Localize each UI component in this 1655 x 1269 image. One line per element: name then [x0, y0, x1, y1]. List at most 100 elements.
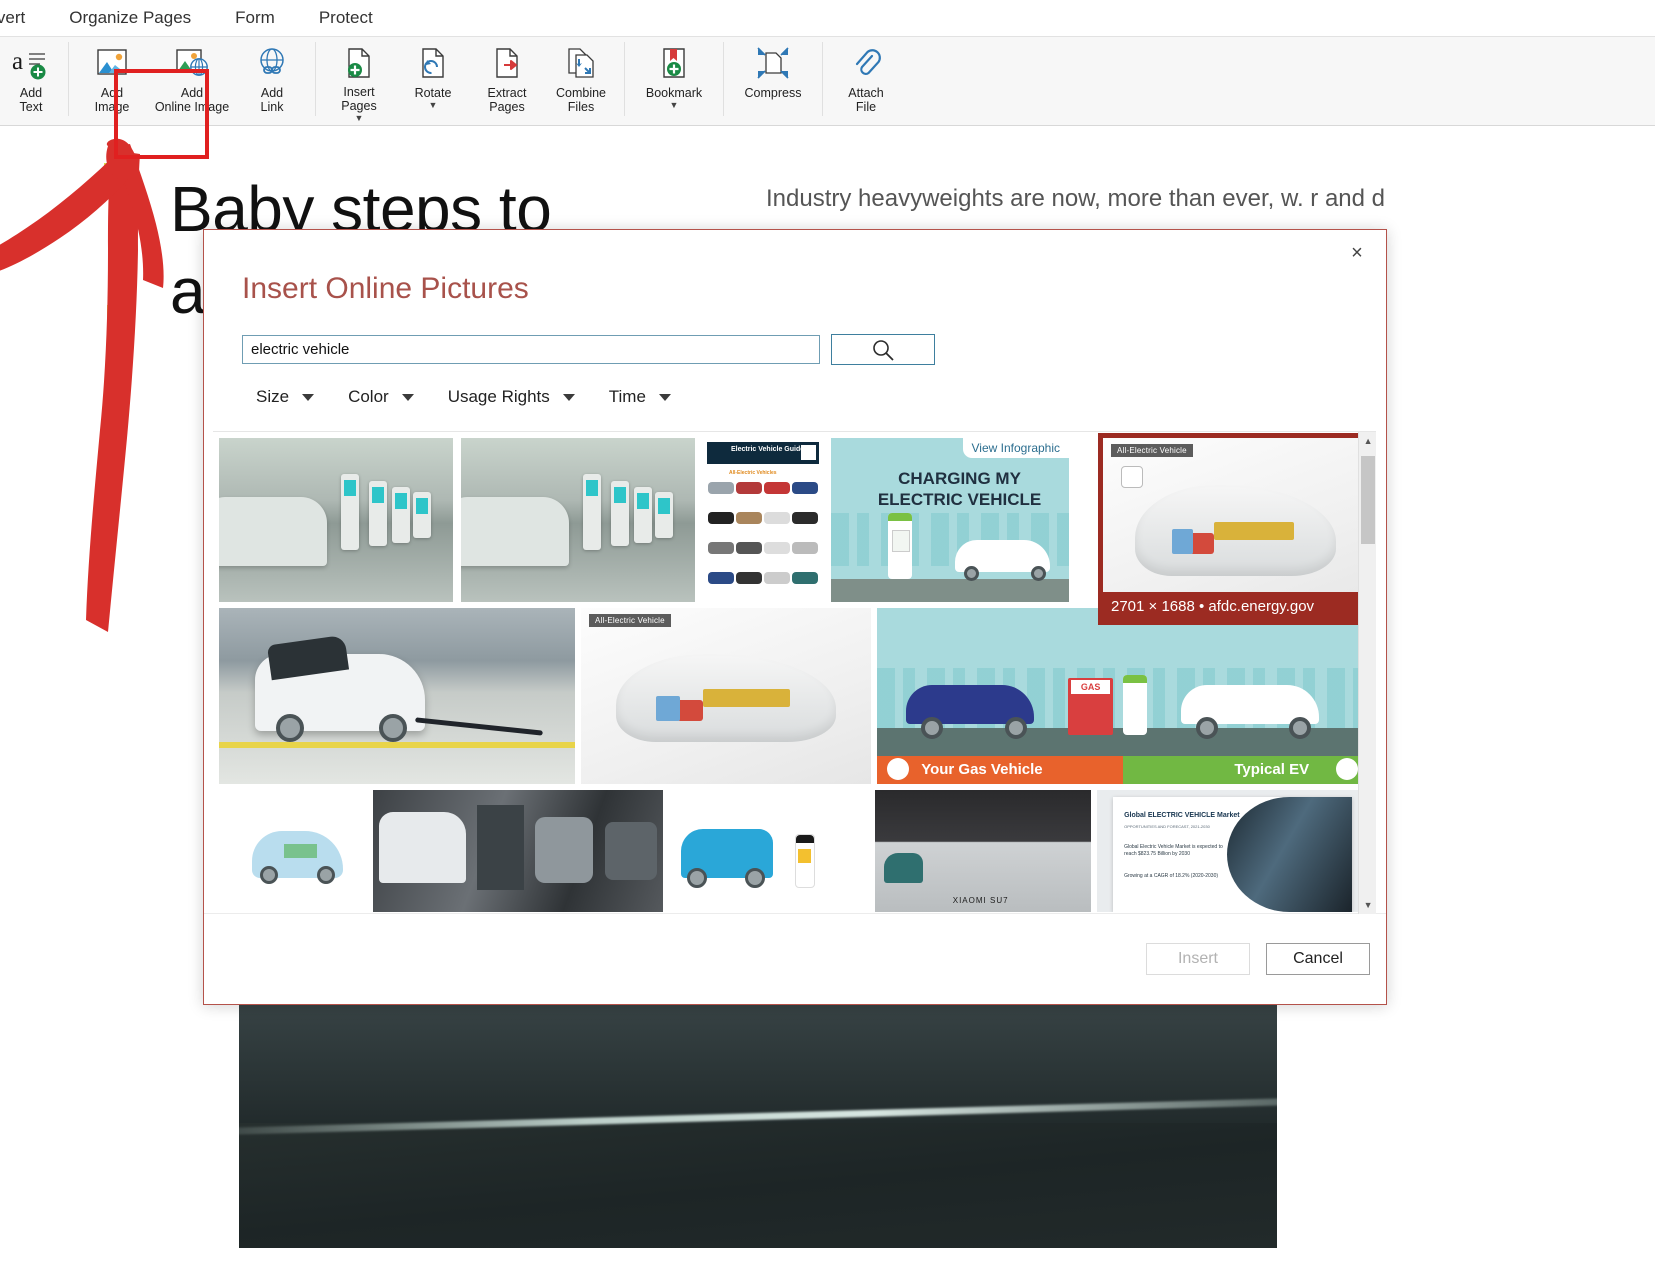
- showroom-car-label: XIAOMI SU7: [953, 896, 1009, 905]
- add-online-image-icon: [172, 43, 212, 83]
- results-scrollbar[interactable]: ▲ ▼: [1358, 432, 1376, 914]
- ribbon-label-add-online-image: Add Online Image: [155, 86, 229, 114]
- scroll-down-icon[interactable]: ▼: [1359, 896, 1377, 914]
- results-grid: Electric Vehicle Guide All-Electric Vehi…: [213, 432, 1358, 914]
- close-icon[interactable]: ×: [1338, 236, 1376, 270]
- ribbon-label-extract-pages: Extract Pages: [488, 86, 527, 114]
- ribbon-separator-1: [68, 42, 69, 116]
- report-line-2: Growing at a CAGR of 18.2% (2020-2030): [1124, 873, 1232, 880]
- ev-guide-subtitle: All-Electric Vehicles: [729, 470, 777, 476]
- ribbon-button-combine-files[interactable]: Combine Files: [544, 37, 618, 123]
- result-thumbnail[interactable]: [373, 790, 663, 912]
- ribbon-label-compress: Compress: [745, 86, 802, 100]
- ribbon-separator-3: [624, 42, 625, 116]
- filter-usage-rights-label: Usage Rights: [448, 387, 550, 407]
- chevron-down-icon-time[interactable]: [659, 394, 671, 401]
- add-text-icon: a: [11, 43, 51, 83]
- result-thumbnail[interactable]: [461, 438, 695, 602]
- result-thumbnail[interactable]: [219, 790, 367, 912]
- ribbon-label-rotate: Rotate: [415, 86, 452, 100]
- ribbon-button-bookmark[interactable]: Bookmark ▼: [631, 37, 717, 123]
- search-row: [242, 334, 1386, 365]
- chevron-down-icon-rotate[interactable]: ▼: [429, 101, 438, 110]
- infographic-title: CHARGING MY ELECTRIC VEHICLE: [869, 468, 1050, 510]
- filter-time-label: Time: [609, 387, 646, 407]
- scrollbar-thumb[interactable]: [1361, 456, 1375, 544]
- filter-color-label: Color: [348, 387, 389, 407]
- chevron-down-icon-usage-rights[interactable]: [563, 394, 575, 401]
- chevron-down-icon-insert-pages[interactable]: ▼: [355, 114, 364, 123]
- result-thumbnail[interactable]: [219, 608, 575, 784]
- ribbon-tab-protect[interactable]: Protect: [297, 8, 395, 28]
- chevron-down-icon-bookmark[interactable]: ▼: [670, 101, 679, 110]
- attach-file-icon: [846, 43, 886, 83]
- ribbon-button-rotate[interactable]: Rotate ▼: [396, 37, 470, 123]
- result-thumbnail[interactable]: Electric Vehicle Guide All-Electric Vehi…: [703, 438, 823, 602]
- document-paragraph: Industry heavyweights are now, more than…: [766, 176, 1466, 222]
- ribbon-separator-5: [822, 42, 823, 116]
- result-thumbnail[interactable]: All-Electric Vehicle: [581, 608, 871, 784]
- result-thumbnail[interactable]: [669, 790, 869, 912]
- cancel-button[interactable]: Cancel: [1266, 943, 1370, 975]
- thumbnail-art-white-car-charging: [219, 608, 575, 784]
- result-thumbnail[interactable]: Global ELECTRIC VEHICLE Market OPPORTUNI…: [1097, 790, 1358, 912]
- scroll-up-icon[interactable]: ▲: [1359, 432, 1377, 450]
- insert-button[interactable]: Insert: [1146, 943, 1250, 975]
- ribbon-button-add-link[interactable]: Add Link: [235, 37, 309, 123]
- search-button[interactable]: [831, 334, 935, 365]
- thumbnail-art-cutaway: [581, 608, 871, 784]
- result-thumbnail[interactable]: XIAOMI SU7: [875, 790, 1091, 912]
- thumbnail-art-gas-vs-ev: GAS Your Gas Vehicle Typical EV: [877, 608, 1358, 784]
- ribbon-button-add-text[interactable]: a Add Text: [0, 37, 62, 123]
- ribbon-button-add-image[interactable]: Add Image: [75, 37, 149, 123]
- result-thumbnail[interactable]: CHARGING MY ELECTRIC VEHICLE View Infogr…: [831, 438, 1069, 602]
- add-image-icon: [92, 43, 132, 83]
- ev-guide-title: Electric Vehicle Guide: [731, 446, 804, 453]
- ribbon-tab-form[interactable]: Form: [213, 8, 297, 28]
- thumbnail-art-market-report: Global ELECTRIC VEHICLE Market OPPORTUNI…: [1097, 790, 1358, 912]
- filter-color[interactable]: Color: [334, 381, 428, 413]
- ribbon-label-combine-files: Combine Files: [556, 86, 606, 114]
- ribbon-button-insert-pages[interactable]: Insert Pages ▼: [322, 37, 396, 123]
- result-thumbnail-selected[interactable]: All-Electric Vehicle 2701 × 1688 • afdc.…: [1103, 438, 1358, 620]
- chevron-down-icon-color[interactable]: [402, 394, 414, 401]
- thumbnail-art-charging-lot: [219, 438, 453, 602]
- ribbon-tab-convert[interactable]: onvert: [0, 8, 47, 28]
- ribbon-label-add-image: Add Image: [95, 86, 130, 114]
- extract-pages-icon: [487, 43, 527, 83]
- ribbon-tab-organize-pages[interactable]: Organize Pages: [47, 8, 213, 28]
- chevron-down-icon-size[interactable]: [302, 394, 314, 401]
- thumbnail-art-blue-car-flat: [669, 790, 869, 912]
- ribbon-button-compress[interactable]: Compress: [730, 37, 816, 123]
- ribbon-button-extract-pages[interactable]: Extract Pages: [470, 37, 544, 123]
- result-thumbnail[interactable]: [219, 438, 453, 602]
- thumbnail-art-ev-guide: Electric Vehicle Guide All-Electric Vehi…: [703, 438, 823, 602]
- ribbon-tab-strip: onvert Organize Pages Form Protect: [0, 0, 1655, 36]
- thumbnail-art-charging-row: [373, 790, 663, 912]
- gas-vehicle-label: Your Gas Vehicle: [921, 761, 1042, 778]
- ribbon-label-add-text: Add Text: [20, 86, 43, 114]
- report-subtitle: OPPORTUNITIES AND FORECAST, 2021-2030: [1124, 824, 1210, 829]
- insert-pages-icon: [339, 43, 379, 82]
- combine-files-icon: [561, 43, 601, 83]
- ribbon-label-bookmark: Bookmark: [646, 86, 702, 100]
- search-icon: [870, 337, 896, 363]
- thumbnail-art-charging-lot: [461, 438, 695, 602]
- ribbon-button-attach-file[interactable]: Attach File: [829, 37, 903, 123]
- view-infographic-tab[interactable]: View Infographic: [963, 438, 1070, 458]
- report-line-1: Global Electric Vehicle Market is expect…: [1124, 844, 1232, 858]
- ribbon-separator-2: [315, 42, 316, 116]
- result-thumbnail[interactable]: GAS Your Gas Vehicle Typical EV: [877, 608, 1358, 784]
- svg-text:a: a: [12, 48, 23, 75]
- filter-size[interactable]: Size: [242, 381, 328, 413]
- compress-icon: [753, 43, 793, 83]
- ribbon-separator-4: [723, 42, 724, 116]
- ribbon-label-attach-file: Attach File: [848, 86, 883, 114]
- filter-time[interactable]: Time: [595, 381, 685, 413]
- ribbon-button-add-online-image[interactable]: Add Online Image: [149, 37, 235, 123]
- filter-usage-rights[interactable]: Usage Rights: [434, 381, 589, 413]
- thumbnail-art-charging-infographic: CHARGING MY ELECTRIC VEHICLE View Infogr…: [831, 438, 1069, 602]
- search-input[interactable]: [242, 335, 820, 364]
- add-link-icon: [252, 43, 292, 83]
- thumbnail-art-diagram-blue: [219, 790, 367, 912]
